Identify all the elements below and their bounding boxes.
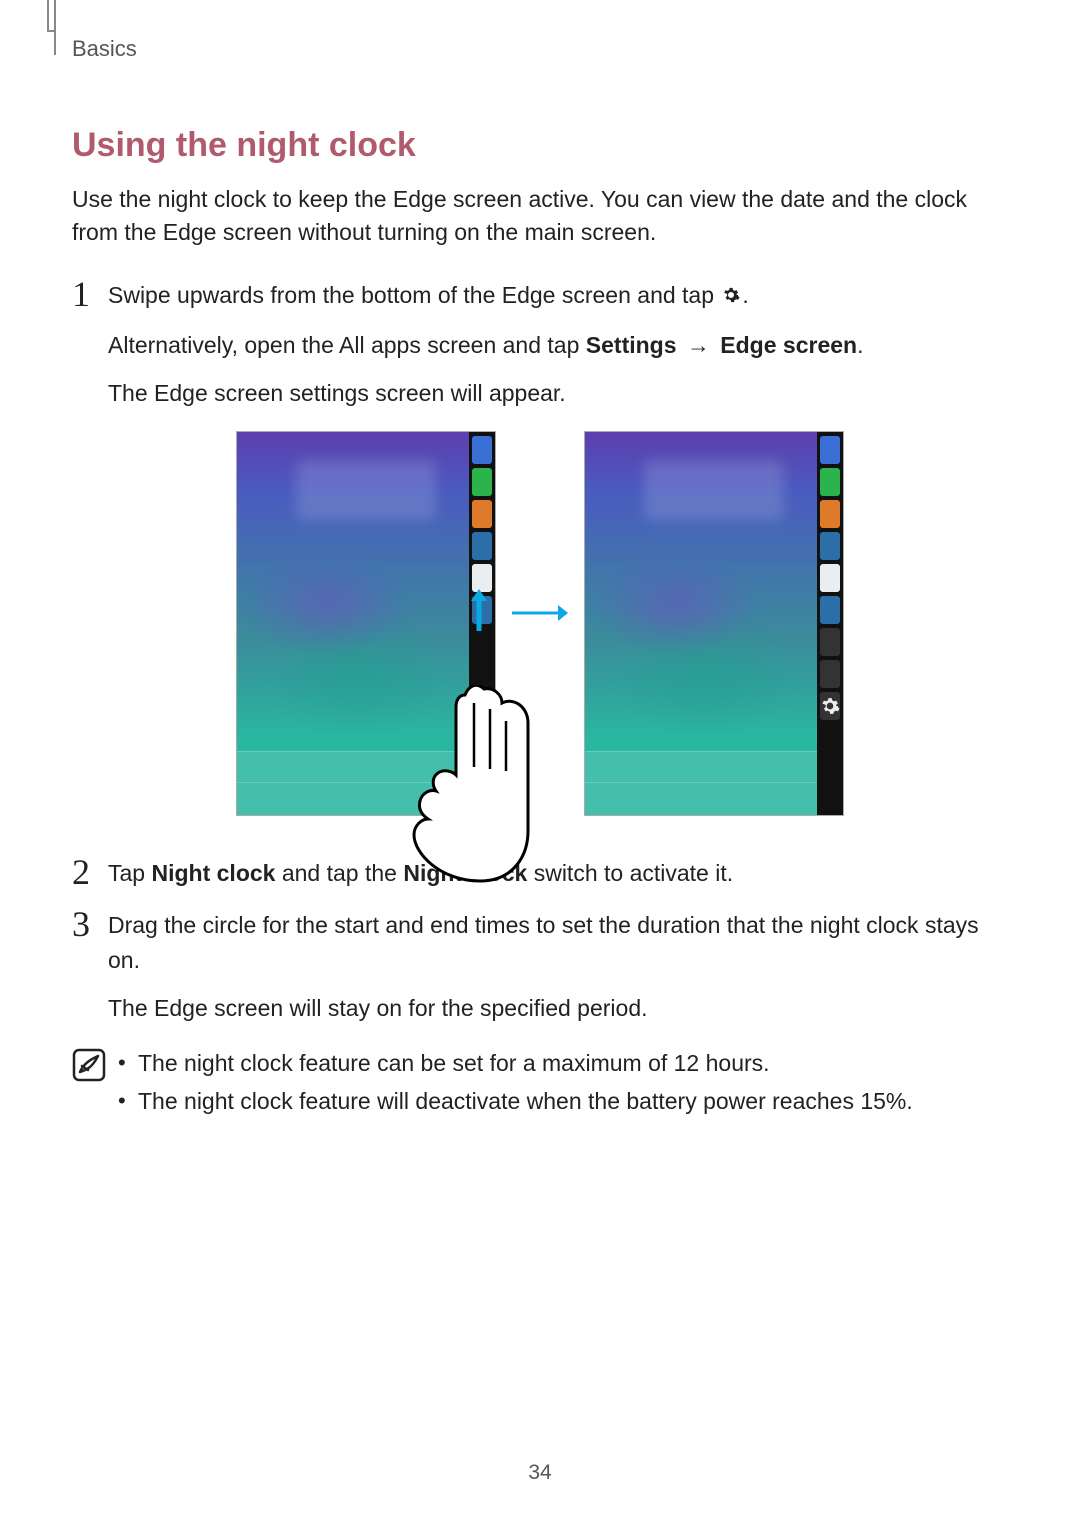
phone-icon <box>472 468 492 496</box>
swipe-area <box>472 628 492 700</box>
clock-widget-blur <box>296 460 436 520</box>
night-clock-label: Night clock <box>151 860 275 886</box>
dock-bar <box>585 751 817 815</box>
mail-icon <box>472 532 492 560</box>
step-1-line-1: Swipe upwards from the bottom of the Edg… <box>108 278 863 314</box>
step-2: 2 Tap Night clock and tap the Night cloc… <box>72 856 1008 891</box>
contact-icon <box>472 500 492 528</box>
text: switch to activate it. <box>527 860 733 886</box>
note-block: The night clock feature can be set for a… <box>72 1046 1008 1123</box>
note-item: The night clock feature can be set for a… <box>112 1046 913 1081</box>
text: . <box>742 282 748 308</box>
step-2-text: Tap Night clock and tap the Night clock … <box>108 856 733 891</box>
browser-icon <box>820 564 840 592</box>
star-icon <box>472 436 492 464</box>
text: . <box>857 332 863 358</box>
edge-panel <box>469 432 495 815</box>
instruction-figure <box>72 431 1008 816</box>
intro-paragraph: Use the night clock to keep the Edge scr… <box>72 183 1008 250</box>
text: Alternatively, open the All apps screen … <box>108 332 586 358</box>
wallpaper-swirl <box>595 552 795 732</box>
step-1-line-3: The Edge screen settings screen will app… <box>108 376 863 411</box>
dock-bar <box>237 751 469 815</box>
phone-screenshot-after <box>584 431 844 816</box>
tab-decoration <box>47 0 49 30</box>
step-3-line-2: The Edge screen will stay on for the spe… <box>108 991 1008 1026</box>
transition-arrow-icon <box>510 601 570 625</box>
edge-handle <box>472 704 492 732</box>
step-1-line-2: Alternatively, open the All apps screen … <box>108 328 863 363</box>
settings-label: Settings <box>586 332 677 358</box>
step-number: 2 <box>72 854 108 890</box>
step-1: 1 Swipe upwards from the bottom of the E… <box>72 278 1008 411</box>
wallpaper-swirl <box>247 552 447 732</box>
mail-icon <box>820 532 840 560</box>
edge-panel <box>817 432 843 815</box>
step-number: 3 <box>72 906 108 942</box>
note-icon <box>72 1048 112 1087</box>
phone-screenshot-before <box>236 431 496 816</box>
chapter-label: Basics <box>72 36 137 62</box>
browser-icon <box>472 564 492 592</box>
page-number: 34 <box>0 1461 1080 1485</box>
chapter-tab: Basics <box>72 38 1008 64</box>
text: Swipe upwards from the bottom of the Edg… <box>108 282 720 308</box>
text: Tap <box>108 860 151 886</box>
tab-decoration <box>54 0 56 55</box>
camera-icon <box>820 596 840 624</box>
clock-widget-blur <box>644 460 784 520</box>
step-3: 3 Drag the circle for the start and end … <box>72 908 1008 1026</box>
text: and tap the <box>275 860 403 886</box>
contact-icon <box>820 500 840 528</box>
arrow-right-icon: → <box>687 332 710 358</box>
step-number: 1 <box>72 276 108 312</box>
settings-gear-icon <box>820 692 840 720</box>
grid-icon <box>820 660 840 688</box>
phone-icon <box>820 468 840 496</box>
step-3-line-1: Drag the circle for the start and end ti… <box>108 908 1008 977</box>
camera-icon <box>472 596 492 624</box>
note-item: The night clock feature will deactivate … <box>112 1084 913 1119</box>
ruler-icon <box>820 628 840 656</box>
night-clock-label: Night clock <box>403 860 527 886</box>
tab-decoration <box>47 30 54 32</box>
edge-screen-label: Edge screen <box>720 332 857 358</box>
section-heading: Using the night clock <box>72 126 1008 165</box>
star-icon <box>820 436 840 464</box>
gear-icon <box>722 279 740 314</box>
